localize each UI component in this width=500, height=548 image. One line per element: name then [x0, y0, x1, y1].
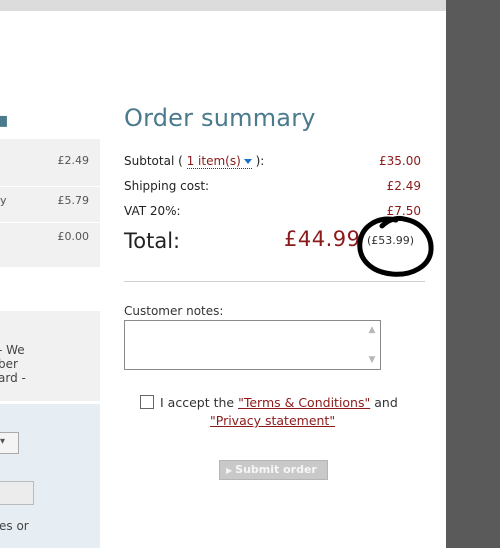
left-section-heading-fragment: l	[0, 279, 1, 301]
total-value: £44.99	[284, 227, 361, 251]
terms-line-2: "Privacy statement"	[210, 412, 335, 430]
payment-select[interactable]: ▾	[0, 432, 19, 454]
chevron-down-icon: ▾	[0, 436, 6, 447]
caret-down-icon	[243, 159, 252, 164]
payment-input[interactable]	[0, 481, 34, 505]
scroll-up-icon[interactable]: ▲	[366, 325, 378, 335]
order-summary-title: Order summary	[124, 104, 316, 132]
right-side-panel	[446, 0, 500, 548]
checkout-page: ▪ £2.49 y £5.79 £0.00 l - We ber ard - ▾	[0, 11, 446, 548]
customer-notes-label: Customer notes:	[124, 304, 224, 318]
left-heading-fragment: ▪	[0, 108, 9, 133]
subtotal-row: Subtotal ( 1 item(s) ): £35.00	[124, 154, 421, 172]
terms-line-1: I accept the "Terms & Conditions" and	[160, 394, 398, 412]
shipping-option-price: £5.79	[57, 194, 90, 207]
payment-note-line: ard -	[0, 371, 26, 385]
payment-note-box: - We ber ard -	[0, 311, 100, 401]
hand-drawn-circle	[357, 215, 434, 277]
customer-notes-textarea[interactable]: ▲ ▼	[124, 320, 381, 370]
payment-note-line: ber	[0, 357, 18, 371]
payment-form-text: es or	[0, 519, 29, 533]
left-column-cutoff: ▪ £2.49 y £5.79 £0.00 l - We ber ard - ▾	[0, 11, 100, 548]
shipping-value: £2.49	[386, 179, 421, 193]
order-summary: Order summary Subtotal ( 1 item(s) ): £3…	[124, 11, 434, 548]
shipping-row: Shipping cost: £2.49	[124, 179, 421, 197]
shipping-option-row[interactable]: £2.49	[0, 147, 100, 175]
terms-checkbox[interactable]	[140, 395, 154, 409]
payment-note-line: - We	[0, 343, 25, 357]
vat-label: VAT 20%:	[124, 204, 181, 218]
terms-and: and	[374, 395, 398, 410]
shipping-option-row[interactable]: y £5.79	[0, 186, 100, 215]
shipping-option-price: £0.00	[57, 230, 90, 243]
total-label: Total:	[124, 229, 181, 253]
browser-top-bar	[0, 0, 446, 11]
subtotal-suffix: ):	[255, 154, 265, 168]
payment-form-box: ▾ es or	[0, 404, 100, 548]
shipping-option-price: £2.49	[57, 154, 90, 167]
shipping-label: Shipping cost:	[124, 179, 210, 193]
terms-link[interactable]: "Terms & Conditions"	[238, 395, 370, 410]
items-link-label: 1 item(s)	[186, 154, 241, 168]
shipping-option-label: y	[0, 194, 7, 207]
summary-divider	[124, 281, 425, 282]
submit-order-button[interactable]: ▶ Submit order	[219, 460, 328, 480]
shipping-options-box: £2.49 y £5.79 £0.00	[0, 139, 100, 267]
submit-order-label: Submit order	[235, 463, 317, 476]
items-dropdown-link[interactable]: 1 item(s)	[186, 154, 252, 169]
subtotal-value: £35.00	[379, 154, 421, 168]
arrow-right-icon: ▶	[226, 466, 233, 475]
shipping-option-row[interactable]: £0.00	[0, 222, 100, 251]
scroll-down-icon[interactable]: ▼	[366, 355, 378, 365]
privacy-link[interactable]: "Privacy statement"	[210, 413, 335, 428]
subtotal-label: Subtotal (	[124, 154, 183, 168]
terms-prefix: I accept the	[160, 395, 235, 410]
